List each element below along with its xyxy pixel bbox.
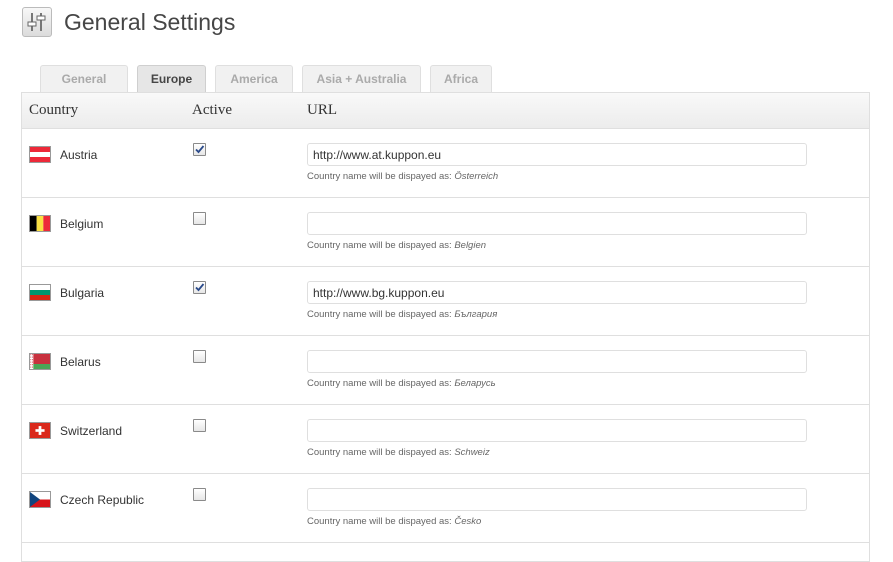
table-header: Country Active URL	[22, 93, 869, 129]
austria-flag-icon	[29, 146, 51, 163]
header-active: Active	[192, 102, 232, 118]
display-name-hint: Country name will be dispayed as: Belgie…	[307, 240, 487, 251]
url-input[interactable]	[307, 350, 807, 373]
table-row: Switzerland Country name will be dispaye…	[22, 405, 869, 474]
table-row: Belgium Country name will be dispayed as…	[22, 198, 869, 267]
url-input[interactable]	[307, 419, 807, 442]
active-checkbox[interactable]	[193, 281, 206, 294]
country-name: Belgium	[60, 217, 104, 231]
tab-america[interactable]: America	[215, 65, 293, 92]
country-name: Switzerland	[60, 424, 123, 438]
switzerland-flag-icon	[29, 422, 51, 439]
active-checkbox[interactable]	[193, 419, 206, 432]
page-title: General Settings	[64, 8, 236, 35]
table-row: Belarus Country name will be dispayed as…	[22, 336, 869, 405]
url-input[interactable]	[307, 281, 807, 304]
display-name: Česko	[454, 516, 482, 527]
url-input[interactable]	[307, 488, 807, 511]
tab-general[interactable]: General	[40, 65, 128, 92]
country-name: Czech Republic	[60, 493, 145, 507]
url-input[interactable]	[307, 212, 807, 235]
display-name-hint: Country name will be dispayed as: Schwei…	[307, 447, 490, 458]
display-name: Österreich	[454, 171, 499, 182]
table-row: Czech Republic Country name will be disp…	[22, 474, 869, 543]
table-row: Austria Country name will be dispayed as…	[22, 129, 869, 198]
bulgaria-flag-icon	[29, 284, 51, 301]
display-name-hint: Country name will be dispayed as: Österr…	[307, 171, 499, 182]
country-name: Austria	[60, 148, 98, 162]
active-checkbox[interactable]	[193, 212, 206, 225]
country-name: Belarus	[60, 355, 101, 369]
display-name: Belgien	[454, 240, 487, 251]
active-checkbox[interactable]	[193, 488, 206, 501]
display-name: Беларусь	[454, 378, 496, 389]
country-name: Bulgaria	[60, 286, 105, 300]
display-name-hint: Country name will be dispayed as: Българ…	[307, 309, 498, 320]
active-checkbox[interactable]	[193, 350, 206, 363]
settings-sliders-icon	[22, 7, 52, 37]
czech-flag-icon	[29, 491, 51, 508]
tab-europe[interactable]: Europe	[137, 65, 206, 92]
display-name: Schweiz	[454, 447, 490, 458]
table-row: Bulgaria Country name will be dispayed a…	[22, 267, 869, 336]
countries-table: Country Active URL Austria Country name …	[21, 92, 870, 562]
display-name-hint: Country name will be dispayed as: Белару…	[307, 378, 496, 389]
tab-africa[interactable]: Africa	[430, 65, 492, 92]
page-header: General Settings	[22, 6, 235, 38]
url-input[interactable]	[307, 143, 807, 166]
header-country: Country	[29, 102, 79, 118]
belarus-flag-icon	[29, 353, 51, 370]
tab-asia-australia[interactable]: Asia + Australia	[302, 65, 421, 92]
display-name-hint: Country name will be dispayed as: Česko	[307, 516, 482, 527]
display-name: България	[454, 309, 498, 320]
region-tabs: General Europe America Asia + Australia …	[40, 65, 501, 92]
header-url: URL	[307, 102, 337, 118]
active-checkbox[interactable]	[193, 143, 206, 156]
belgium-flag-icon	[29, 215, 51, 232]
